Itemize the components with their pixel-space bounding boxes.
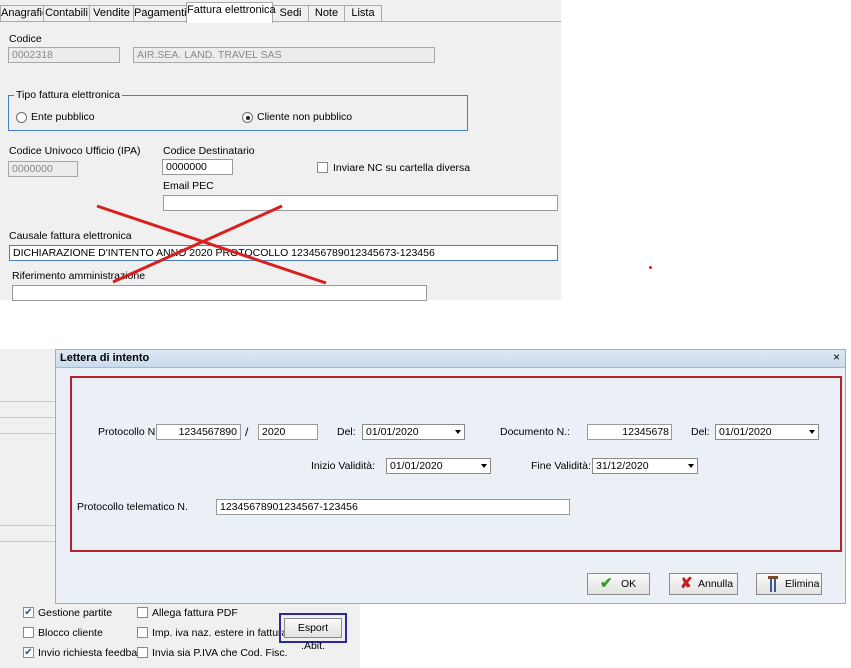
ok-button[interactable]: ✔ OK xyxy=(587,573,650,595)
del2-label: Del: xyxy=(691,426,710,438)
close-icon[interactable]: × xyxy=(830,351,843,364)
inizio-label: Inizio Validità: xyxy=(311,460,376,472)
inizio-value: 01/01/2020 xyxy=(390,460,443,472)
telematico-label: Protocollo telematico N. xyxy=(77,501,188,513)
gestione-partite-checkbox[interactable]: ✔ xyxy=(23,607,34,618)
fine-value: 31/12/2020 xyxy=(596,460,649,472)
chevron-down-icon xyxy=(809,430,815,434)
blocco-cliente-label: Blocco cliente xyxy=(38,627,103,639)
blocco-cliente-checkbox[interactable] xyxy=(23,627,34,638)
esport-abit-highlight: Esport .Abit. xyxy=(279,613,347,652)
gestione-partite-label: Gestione partite xyxy=(38,607,113,619)
checkmark-icon: ✔ xyxy=(600,575,613,592)
imp-iva-checkbox[interactable] xyxy=(137,627,148,638)
delete-icon-svg xyxy=(768,576,778,592)
telematico-field[interactable]: 12345678901234567-123456 xyxy=(216,499,570,515)
background-panel xyxy=(0,349,57,604)
anno-field[interactable]: 2020 xyxy=(258,424,318,440)
elimina-button[interactable]: Elimina xyxy=(756,573,822,595)
tab-fattura-elettronica[interactable]: Fattura elettronica xyxy=(186,2,276,23)
options-panel: ✔ Gestione partite Allega fattura PDF Bl… xyxy=(0,604,360,668)
chevron-down-icon xyxy=(481,464,487,468)
annotation-cross xyxy=(96,204,327,285)
imp-iva-label: Imp. iva naz. estere in fattura xyxy=(152,627,288,639)
panel-divider xyxy=(0,401,57,402)
elimina-label: Elimina xyxy=(785,578,820,590)
panel-divider xyxy=(0,417,57,418)
fine-dropdown[interactable]: 31/12/2020 xyxy=(592,458,698,474)
invio-feedback-label: Invio richiesta feedback xyxy=(38,647,148,659)
cross-stroke-1 xyxy=(96,204,327,285)
esport-abit-button[interactable]: Esport .Abit. xyxy=(284,618,342,652)
panel-divider xyxy=(0,433,57,434)
del2-date-dropdown[interactable]: 01/01/2020 xyxy=(715,424,819,440)
ok-label: OK xyxy=(621,578,637,590)
cross-stroke-2 xyxy=(112,204,283,284)
lettera-intento-dialog: Lettera di intento × Protocollo N. 12345… xyxy=(55,349,846,604)
dialog-title: Lettera di intento xyxy=(60,352,150,364)
panel-divider xyxy=(0,541,57,542)
documento-field[interactable]: 12345678 xyxy=(587,424,672,440)
protocollo-field[interactable]: 1234567890 xyxy=(156,424,241,440)
dialog-title-bar: Lettera di intento × xyxy=(56,350,845,368)
del-date-dropdown[interactable]: 01/01/2020 xyxy=(362,424,465,440)
annotation-dot xyxy=(649,266,652,269)
invia-piva-checkbox[interactable] xyxy=(137,647,148,658)
fine-label: Fine Validità: xyxy=(531,460,591,472)
annulla-button[interactable]: ✘ Annulla xyxy=(669,573,738,595)
chevron-down-icon xyxy=(688,464,694,468)
inizio-dropdown[interactable]: 01/01/2020 xyxy=(386,458,491,474)
annulla-label: Annulla xyxy=(698,578,734,590)
invio-feedback-checkbox[interactable]: ✔ xyxy=(23,647,34,658)
chevron-down-icon xyxy=(455,430,461,434)
del2-date-value: 01/01/2020 xyxy=(719,426,772,438)
del-label: Del: xyxy=(337,426,356,438)
allega-pdf-checkbox[interactable] xyxy=(137,607,148,618)
documento-label: Documento N.: xyxy=(500,426,571,438)
del-date-value: 01/01/2020 xyxy=(366,426,419,438)
panel-divider xyxy=(0,525,57,526)
cross-icon: ✘ xyxy=(680,575,693,592)
delete-icon xyxy=(766,576,780,596)
protocollo-label: Protocollo N. xyxy=(98,426,159,438)
allega-pdf-label: Allega fattura PDF xyxy=(152,607,238,619)
protocollo-separator: / xyxy=(245,425,249,439)
invia-piva-label: Invia sia P.IVA che Cod. Fisc. xyxy=(152,647,288,659)
